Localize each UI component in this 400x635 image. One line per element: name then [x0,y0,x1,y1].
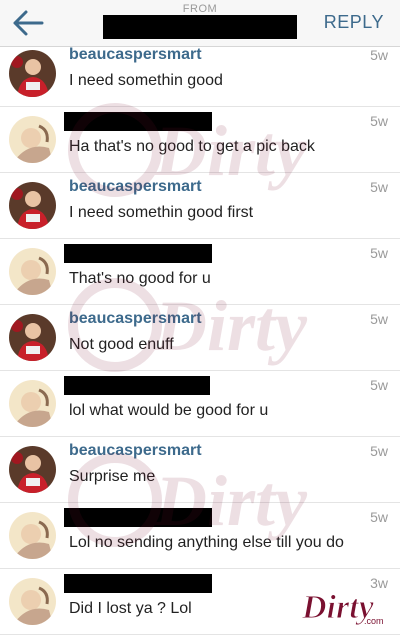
message-row[interactable]: beaucaspersmart I need somethin good 5w [0,41,400,107]
redacted-sender-name [64,574,212,593]
message-row[interactable]: beaucaspersmart Surprise me 5w [0,437,400,503]
message-text: Not good enuff [69,336,174,353]
message-text: That's no good for u [69,270,211,287]
avatar[interactable] [9,380,56,427]
timestamp: 5w [370,443,388,459]
message-text: Ha that's no good to get a pic back [69,138,315,155]
message-row[interactable]: beaucaspersmart I need somethin good firs… [0,173,400,239]
message-row[interactable]: Ha that's no good to get a pic back 5w [0,107,400,173]
reply-button[interactable]: REPLY [324,12,384,33]
timestamp: 5w [370,509,388,525]
message-text: Surprise me [69,468,156,485]
avatar[interactable] [9,512,56,559]
timestamp: 5w [370,311,388,327]
timestamp: 5w [370,113,388,129]
sender-name[interactable]: beaucaspersmart [69,46,202,64]
timestamp: 5w [370,377,388,393]
redacted-sender-name [64,508,212,527]
message-text: lol what would be good for u [69,402,269,419]
redacted-recipient [103,15,297,39]
message-text: Lol no sending anything else till you do [69,534,344,551]
message-row[interactable]: That's no good for u 5w [0,239,400,305]
redacted-sender-name [64,112,212,131]
message-text: I need somethin good [69,72,223,89]
sender-name[interactable]: beaucaspersmart [69,178,202,196]
avatar[interactable] [9,248,56,295]
avatar[interactable] [9,314,56,361]
timestamp: 5w [370,245,388,261]
timestamp: 5w [370,179,388,195]
avatar[interactable] [9,116,56,163]
sender-name[interactable]: beaucaspersmart [69,310,202,328]
header-bar: FROM REPLY [0,0,400,47]
redacted-sender-name [64,244,212,263]
svg-text:.com: .com [364,616,384,626]
message-text: I need somethin good first [69,204,254,221]
site-logo: Dirty .com [301,589,384,627]
message-row[interactable]: Lol no sending anything else till you do… [0,503,400,569]
avatar[interactable] [9,182,56,229]
avatar[interactable] [9,50,56,97]
timestamp: 5w [370,47,388,63]
redacted-sender-name [64,376,210,395]
avatar[interactable] [9,578,56,625]
avatar[interactable] [9,446,56,493]
sender-name[interactable]: beaucaspersmart [69,442,202,460]
message-text: Did I lost ya ? Lol [69,600,192,617]
message-row[interactable]: lol what would be good for u 5w [0,371,400,437]
message-row[interactable]: beaucaspersmart Not good enuff 5w [0,305,400,371]
